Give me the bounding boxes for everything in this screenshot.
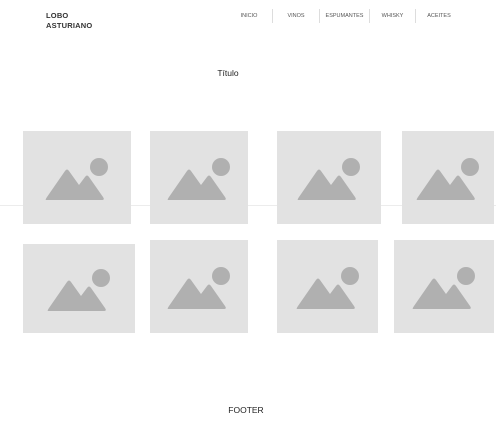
footer-label: FOOTER [228, 405, 264, 415]
gallery-image[interactable] [23, 244, 135, 333]
gallery-image[interactable] [402, 131, 494, 224]
page-title: Título [217, 68, 239, 78]
image-placeholder-icon [45, 157, 108, 200]
logo-line-2: ASTURIANO [46, 21, 93, 30]
logo-line-1: LOBO [46, 11, 69, 20]
image-placeholder-icon [412, 266, 475, 309]
gallery-image[interactable] [394, 240, 494, 333]
gallery-image[interactable] [277, 240, 378, 333]
nav-item-inicio[interactable]: INICIO [226, 9, 272, 23]
nav-item-vinos[interactable]: VINOS [273, 9, 319, 23]
nav-item-espumantes[interactable]: ESPUMANTES [320, 9, 369, 23]
nav-item-whisky[interactable]: WHISKY [370, 9, 415, 23]
image-placeholder-icon [416, 157, 479, 200]
gallery-image[interactable] [277, 131, 381, 224]
nav-item-aceites[interactable]: ACEITES [416, 9, 462, 23]
main-nav: INICIO VINOS ESPUMANTES WHISKY ACEITES [226, 9, 462, 23]
site-logo[interactable]: LOBO ASTURIANO [46, 11, 92, 31]
gallery-image[interactable] [23, 131, 131, 224]
image-placeholder-icon [47, 268, 110, 311]
image-placeholder-icon [296, 266, 359, 309]
gallery-image[interactable] [150, 131, 248, 224]
gallery-image[interactable] [150, 240, 248, 333]
image-placeholder-icon [167, 266, 230, 309]
image-placeholder-icon [297, 157, 360, 200]
image-placeholder-icon [167, 157, 230, 200]
